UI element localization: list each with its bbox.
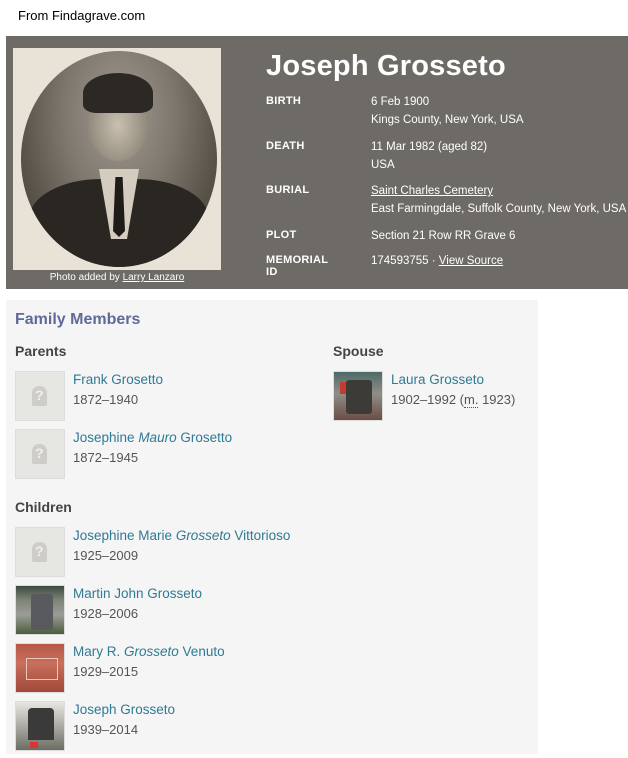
child-dates: 1928–2006 bbox=[73, 606, 139, 621]
family-members-title: Family Members bbox=[15, 311, 141, 328]
placeholder-avatar-icon bbox=[15, 371, 65, 421]
photo-caption: Photo added by Larry Lanzaro bbox=[49, 272, 185, 283]
parent-name-link[interactable]: Frank Grosetto bbox=[73, 372, 163, 387]
child-grave-photo bbox=[15, 585, 65, 635]
child-name-link[interactable]: Joseph Grosseto bbox=[73, 702, 175, 717]
parent-dates: 1872–1940 bbox=[73, 392, 139, 407]
birth-label: BIRTH bbox=[266, 95, 302, 107]
memorial-id-value: 174593755 · bbox=[371, 255, 439, 267]
child-grave-photo bbox=[15, 701, 65, 751]
child-name-link[interactable]: Martin John Grosseto bbox=[73, 586, 202, 601]
parent-item[interactable]: Frank Grosetto 1872–1940 bbox=[15, 371, 315, 421]
child-item[interactable]: Mary R. Grosseto Venuto 1929–2015 bbox=[15, 643, 335, 693]
child-item[interactable]: Josephine Marie Grosseto Vittorioso 1925… bbox=[15, 527, 335, 577]
death-date: 11 Mar 1982 (aged 82) bbox=[371, 141, 488, 153]
memorial-photo[interactable] bbox=[13, 48, 221, 270]
family-members-section: Family Members Parents Spouse Frank Gros… bbox=[6, 300, 538, 754]
parents-heading: Parents bbox=[15, 343, 67, 359]
child-dates: 1929–2015 bbox=[73, 664, 139, 679]
child-grave-photo bbox=[15, 643, 65, 693]
married-abbr: m. bbox=[464, 392, 479, 408]
placeholder-avatar-icon bbox=[15, 429, 65, 479]
children-heading: Children bbox=[15, 499, 72, 515]
burial-place: East Farmingdale, Suffolk County, New Yo… bbox=[371, 203, 627, 215]
plot-label: PLOT bbox=[266, 229, 297, 241]
spouse-name-link[interactable]: Laura Grosseto bbox=[391, 372, 484, 387]
spouse-heading: Spouse bbox=[333, 343, 384, 359]
child-item[interactable]: Martin John Grosseto 1928–2006 bbox=[15, 585, 335, 635]
child-dates: 1925–2009 bbox=[73, 548, 139, 563]
birth-place: Kings County, New York, USA bbox=[371, 114, 524, 126]
spouse-item[interactable]: Laura Grosseto 1902–1992 (m. 1923) bbox=[333, 371, 533, 421]
spouse-grave-photo bbox=[333, 371, 383, 421]
plot-value: Section 21 Row RR Grave 6 bbox=[371, 230, 516, 242]
child-dates: 1939–2014 bbox=[73, 722, 139, 737]
child-name-link[interactable]: Mary R. Grosseto Venuto bbox=[73, 644, 225, 659]
placeholder-avatar-icon bbox=[15, 527, 65, 577]
child-name-link[interactable]: Josephine Marie Grosseto Vittorioso bbox=[73, 528, 290, 543]
view-source-link[interactable]: View Source bbox=[439, 255, 503, 267]
parent-dates: 1872–1945 bbox=[73, 450, 139, 465]
photo-author-link[interactable]: Larry Lanzaro bbox=[123, 272, 185, 283]
parent-item[interactable]: Josephine Mauro Grosetto 1872–1945 bbox=[15, 429, 315, 479]
cemetery-link[interactable]: Saint Charles Cemetery bbox=[371, 185, 493, 197]
burial-label: BURIAL bbox=[266, 184, 310, 196]
source-note: From Findagrave.com bbox=[18, 8, 146, 23]
memorial-id-label: MEMORIAL ID bbox=[266, 254, 329, 278]
death-label: DEATH bbox=[266, 140, 305, 152]
memorial-name: Joseph Grosseto bbox=[266, 50, 506, 82]
death-place: USA bbox=[371, 159, 395, 171]
parent-name-link[interactable]: Josephine Mauro Grosetto bbox=[73, 430, 232, 445]
memorial-header: Photo added by Larry Lanzaro Joseph Gros… bbox=[6, 36, 628, 289]
portrait-image bbox=[21, 51, 217, 267]
child-item[interactable]: Joseph Grosseto 1939–2014 bbox=[15, 701, 335, 751]
birth-date: 6 Feb 1900 bbox=[371, 96, 430, 108]
spouse-dates: 1902–1992 (m. 1923) bbox=[391, 392, 516, 408]
